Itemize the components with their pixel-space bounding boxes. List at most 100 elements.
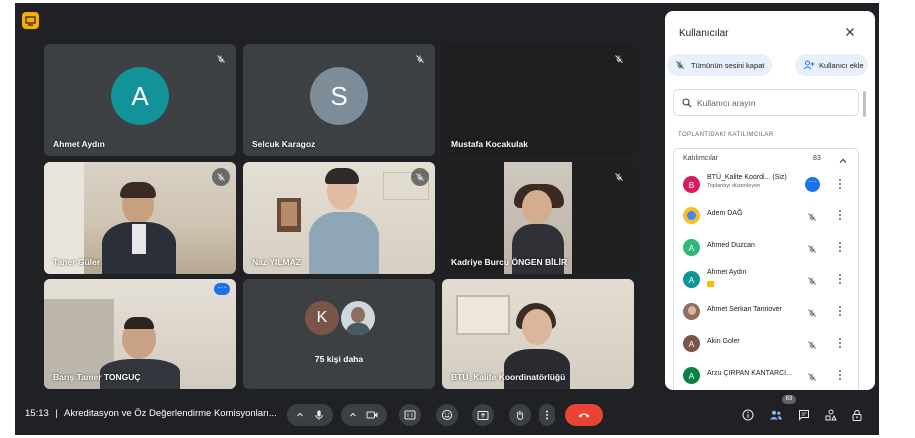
participant-count-badge: 83 — [782, 395, 796, 404]
mic-off-icon — [807, 273, 817, 291]
info-icon — [742, 409, 754, 421]
mic-off-icon — [411, 168, 429, 186]
avatar: S — [310, 67, 368, 125]
activities-icon — [825, 409, 837, 421]
participant-name: Selcuk Karagoz — [252, 139, 316, 149]
list-item[interactable]: A Akin Goler — [674, 328, 858, 360]
participant-name: BTÜ_Kalite Koordi... (Siz) — [707, 174, 787, 181]
others-count-label: 75 kişi daha — [314, 354, 364, 364]
kebab-menu-icon[interactable] — [837, 240, 843, 254]
people-icon — [770, 410, 782, 420]
participant-name: BTÜ_Kalite Koordinatörlüğü — [451, 372, 566, 382]
mic-off-icon — [807, 369, 817, 387]
section-title: TOPLANTIDAKİ KATILIMCILAR — [678, 132, 774, 138]
separator: | — [55, 408, 58, 419]
kebab-menu-icon[interactable] — [837, 177, 843, 191]
search-input[interactable] — [697, 97, 847, 108]
list-item[interactable]: B BTÜ_Kalite Koordi... (Siz) Toplantıyı … — [674, 169, 858, 201]
camera-icon — [366, 411, 378, 419]
meeting-info: 15:13 | Akreditasyon ve Öz Değerlendirme… — [25, 408, 277, 419]
more-options-icon[interactable]: ··· — [214, 283, 230, 295]
mic-off-icon — [411, 50, 429, 68]
mic-off-icon — [807, 209, 817, 227]
close-icon[interactable] — [843, 25, 857, 39]
kebab-menu-icon[interactable] — [837, 368, 843, 382]
screen-share-icon — [25, 16, 36, 26]
group-label: Katılımcılar — [683, 155, 719, 162]
participant-name: Akin Goler — [707, 338, 740, 345]
participant-tile[interactable]: S Selcuk Karagoz — [243, 44, 435, 156]
emoji-button[interactable] — [436, 404, 458, 426]
host-controls-button[interactable] — [847, 404, 867, 426]
list-item[interactable]: A Ahmed Duzcan — [674, 232, 858, 264]
leave-call-button[interactable] — [565, 404, 603, 426]
participant-tile[interactable]: Taner Güler — [44, 162, 236, 274]
chat-button[interactable] — [794, 404, 814, 426]
participants-group-header[interactable]: Katılımcılar 83 — [673, 148, 859, 169]
kebab-menu-icon[interactable] — [837, 336, 843, 350]
microphone-button[interactable] — [287, 404, 333, 426]
participant-tile[interactable]: Naz YILMAZ — [243, 162, 435, 274]
presentation-badge[interactable] — [22, 12, 39, 29]
list-item[interactable]: Ahmet Serkan Tanriover — [674, 296, 858, 328]
chat-icon — [799, 410, 809, 421]
participant-tile-active[interactable]: ··· Barış Tamer TONGUÇ — [44, 279, 236, 389]
present-button[interactable] — [472, 404, 494, 426]
raise-hand-button[interactable] — [509, 404, 531, 426]
group-count: 83 — [813, 155, 821, 162]
lock-person-icon — [852, 409, 862, 421]
more-options-button[interactable] — [539, 404, 555, 426]
panel-title: Kullanıcılar — [679, 28, 729, 39]
avatar: A — [111, 67, 169, 125]
kebab-menu-icon[interactable] — [837, 208, 843, 222]
list-item[interactable]: A Arzu ÇIRPAN KANTARCI... — [674, 360, 858, 390]
avatar: A — [683, 239, 700, 256]
mic-off-icon — [212, 50, 230, 68]
add-user-label: Kullanıcı ekle — [819, 60, 864, 70]
list-item[interactable]: A Ahmet Aydın — [674, 264, 858, 296]
avatar — [341, 301, 375, 335]
mic-off-icon — [212, 168, 230, 186]
avatar: A — [683, 271, 700, 288]
participant-name: Taner Güler — [53, 257, 101, 267]
mute-all-button[interactable]: Tümünün sesini kapat — [667, 54, 773, 76]
kebab-menu-icon[interactable] — [837, 304, 843, 318]
camera-button[interactable] — [341, 404, 387, 426]
people-button[interactable] — [766, 404, 786, 426]
search-field[interactable] — [673, 89, 859, 116]
add-user-button[interactable]: Kullanıcı ekle — [795, 54, 868, 76]
participant-name: Ahmet Aydın — [53, 139, 105, 149]
captions-button[interactable] — [399, 404, 421, 426]
mic-off-icon — [676, 61, 684, 69]
people-panel: Kullanıcılar Tümünün sesini kapat Kullan… — [665, 11, 875, 390]
avatar — [683, 303, 700, 320]
activities-button[interactable] — [821, 404, 841, 426]
meeting-details-button[interactable] — [738, 404, 758, 426]
mic-off-icon — [807, 337, 817, 355]
add-person-icon — [803, 60, 815, 70]
more-options-icon[interactable]: ··· — [805, 177, 820, 192]
chevron-up-icon — [296, 412, 303, 417]
participant-name: Adem DAĞ — [707, 210, 743, 217]
participant-tile[interactable]: BTÜ_Kalite Koordinatörlüğü — [442, 279, 634, 389]
scrollbar[interactable] — [863, 91, 866, 117]
participant-name: Ahmed Duzcan — [707, 242, 755, 249]
participant-tile[interactable]: A Ahmet Aydın — [44, 44, 236, 156]
kebab-menu-icon[interactable] — [837, 272, 843, 286]
avatar: K — [305, 301, 339, 335]
participant-tile[interactable]: Kadriye Burcu ÖNGEN BİLİR — [442, 162, 634, 274]
list-item[interactable]: Adem DAĞ — [674, 200, 858, 232]
others-tile[interactable]: K 75 kişi daha — [243, 279, 435, 389]
clock: 15:13 — [25, 408, 49, 419]
mic-off-icon — [610, 168, 628, 186]
participant-name: Ahmet Aydın — [707, 269, 747, 276]
mic-icon — [314, 410, 323, 420]
participant-name: Ahmet Serkan Tanriover — [707, 306, 782, 313]
emoji-icon — [441, 409, 453, 421]
avatar: A — [683, 335, 700, 352]
status-badge — [707, 281, 714, 287]
participant-tile[interactable]: Mustafa Kocakulak — [442, 44, 634, 156]
bottom-toolbar: 15:13 | Akreditasyon ve Öz Değerlendirme… — [15, 395, 879, 435]
avatar: A — [683, 367, 700, 384]
chevron-up-icon — [350, 412, 356, 417]
